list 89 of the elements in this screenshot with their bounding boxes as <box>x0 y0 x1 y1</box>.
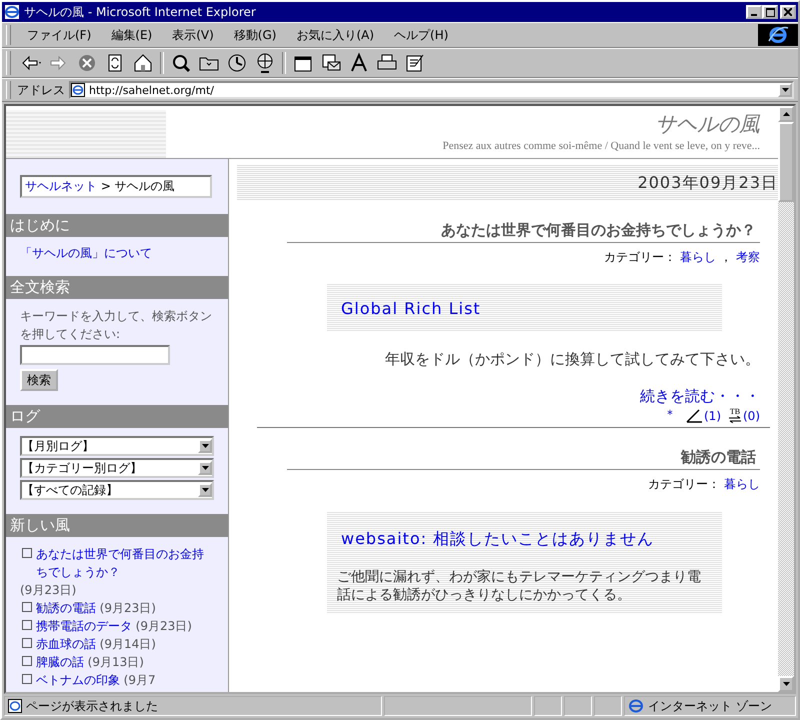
address-label: アドレス <box>17 82 66 98</box>
log-dropdown[interactable]: 【月別ログ】 <box>20 436 214 456</box>
recent-post: 携帯電話のデータ (9月23日) <box>20 617 214 635</box>
date-banner: 2003年09月23日 <box>237 165 778 201</box>
history-icon[interactable] <box>226 52 248 74</box>
category-link[interactable]: 考察 <box>736 249 760 266</box>
recent-post: 赤血球の話 (9月14日) <box>20 635 214 653</box>
internet-zone-icon <box>628 698 644 714</box>
quote-link[interactable]: Global Rich List <box>341 298 722 318</box>
read-more-link[interactable]: 続きを読む・・・ <box>640 387 760 406</box>
recent-post: 脾臓の話 (9月13日) <box>20 653 214 671</box>
category-label: カテゴリー： <box>604 249 676 266</box>
recent-post-link[interactable]: 脾臓の話 <box>36 653 84 671</box>
recent-post-link[interactable]: 勧誘の電話 <box>36 599 96 617</box>
square-bullet-icon <box>22 602 32 612</box>
menu-item[interactable]: ヘルプ(H) <box>384 26 458 44</box>
menu-item[interactable]: 移動(G) <box>224 26 286 44</box>
site-title: サヘルの風 <box>655 111 760 138</box>
minimize-button[interactable] <box>746 5 762 19</box>
scroll-thumb[interactable] <box>778 122 794 202</box>
recent-post-link[interactable]: 赤血球の話 <box>36 635 96 653</box>
section-heading: 新しい風 <box>6 514 228 537</box>
square-bullet-icon <box>22 548 32 558</box>
caret-icon <box>782 88 788 92</box>
quote-text: ご他聞に漏れず、わが家にもテレマーケティングつまり電話による勧誘がひっきりなしにかかってくる。 <box>337 568 702 604</box>
site-tagline: Pensez aux autres comme soi-même / Quand le vent se leve, on y reve... <box>442 140 760 152</box>
close-button[interactable] <box>780 5 796 19</box>
search-button[interactable]: 検索 <box>20 369 58 391</box>
section-heading: ログ <box>6 405 228 428</box>
status-pane <box>534 696 562 716</box>
search-icon[interactable] <box>170 52 192 74</box>
log-dropdown[interactable]: 【すべての記録】 <box>20 480 214 500</box>
scroll-down-icon <box>782 682 790 686</box>
entry-title: あなたは世界で何番目のお金持ちでしょうか？ <box>287 221 760 243</box>
category-link[interactable]: 暮らし <box>680 249 716 266</box>
caret-icon <box>202 466 208 470</box>
comments-link[interactable]: (1) <box>704 409 721 423</box>
quote-link[interactable]: websaito: 相談したいことはありません <box>341 529 712 550</box>
menu-item[interactable]: 表示(V) <box>162 26 224 44</box>
trackbacks-link[interactable]: (0) <box>743 409 760 423</box>
menu-item[interactable]: ファイル(F) <box>17 26 102 44</box>
status-text: ページが表示されました <box>26 698 158 714</box>
search-field[interactable] <box>20 345 170 365</box>
page-icon <box>8 699 22 713</box>
recent-post: あなたは世界で何番目のお金持ちでしょうか？ (9月23日) <box>20 545 207 599</box>
caret-icon <box>202 488 208 492</box>
status-pane <box>564 696 592 716</box>
search-instructions: キーワードを入力して、検索ボタンを押してください: <box>20 308 213 343</box>
address-field[interactable]: http://sahelnet.org/mt/ <box>69 81 794 99</box>
section-heading: はじめに <box>6 214 228 237</box>
square-bullet-icon <box>22 656 32 666</box>
square-bullet-icon <box>22 674 32 684</box>
category-separator: ， <box>720 249 732 266</box>
zone-text: インターネット ゾーン <box>648 698 772 714</box>
recent-post-link[interactable]: あなたは世界で何番目のお金持ちでしょうか？ <box>36 545 206 581</box>
browser-icon <box>4 4 20 20</box>
window-title: サヘルの風 - Microsoft Internet Explorer <box>24 4 257 20</box>
page-icon <box>71 83 85 97</box>
font-icon[interactable] <box>348 52 370 74</box>
entry-title: 勧誘の電話 <box>287 448 760 470</box>
recent-post-link[interactable]: ベトナムの印象 <box>36 671 120 689</box>
edit-icon[interactable] <box>404 52 426 74</box>
permalink-link[interactable]: ＊ <box>664 406 676 423</box>
category-link[interactable]: 暮らし <box>724 476 760 493</box>
pen-icon <box>686 409 702 423</box>
log-dropdown[interactable]: 【カテゴリー別ログ】 <box>20 458 214 478</box>
square-bullet-icon <box>22 620 32 630</box>
recent-post: 勧誘の電話 (9月23日) <box>20 599 214 617</box>
caret-icon <box>202 444 208 448</box>
maximize-button[interactable] <box>762 5 778 19</box>
home-icon[interactable] <box>132 52 154 74</box>
browser-logo <box>758 24 798 46</box>
vertical-scrollbar[interactable] <box>778 106 794 692</box>
maximize-icon <box>766 8 774 16</box>
entry-body: 年収をドル（かポンド）に換算して試してみて下さい。 <box>385 350 760 369</box>
scroll-up-icon <box>782 112 790 116</box>
close-icon <box>784 8 792 16</box>
menu-item[interactable]: 編集(E) <box>101 26 162 44</box>
category-label: カテゴリー： <box>648 476 720 493</box>
section-heading: 全文検索 <box>6 276 228 299</box>
recent-post-link[interactable]: 携帯電話のデータ <box>36 617 132 635</box>
breadcrumb-current: > サヘルの風 <box>100 179 175 193</box>
sidebar-link[interactable]: 「サヘルの風」について <box>20 245 214 262</box>
menu-item[interactable]: お気に入り(A) <box>286 26 384 44</box>
breadcrumb-link[interactable]: サヘルネット <box>25 179 97 193</box>
recent-post: ベトナムの印象 (9月7 <box>20 671 214 689</box>
square-bullet-icon <box>22 638 32 648</box>
status-pane <box>594 696 622 716</box>
stop-icon[interactable] <box>76 52 98 74</box>
